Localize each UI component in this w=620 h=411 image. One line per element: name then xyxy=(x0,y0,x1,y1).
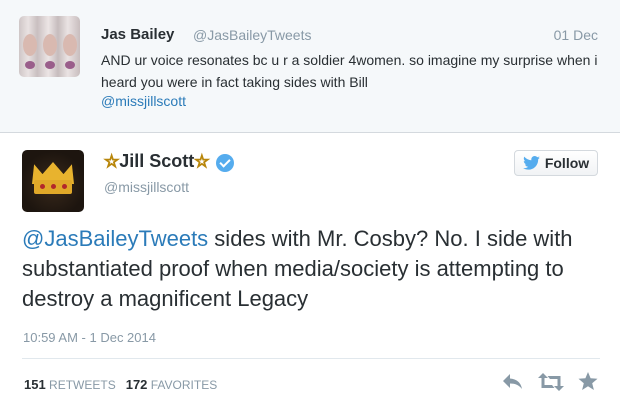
star-icon: ☆ xyxy=(194,151,210,171)
favorites-label: FAVORITES xyxy=(150,378,218,392)
retweets-label: RETWEETS xyxy=(49,378,116,392)
tweet-actions xyxy=(502,372,598,391)
follow-label: Follow xyxy=(544,155,590,171)
follow-button[interactable]: Follow xyxy=(514,150,598,176)
tweet-text: AND ur voice resonates bc u r a soldier … xyxy=(101,52,598,90)
author-name[interactable]: Jas Bailey xyxy=(101,26,174,43)
divider xyxy=(22,358,600,359)
favorites-count: 172 xyxy=(125,377,148,392)
tweet-timestamp[interactable]: 10:59 AM - 1 Dec 2014 xyxy=(23,330,156,345)
tweet-text: @JasBaileyTweets sides with Mr. Cosby? N… xyxy=(22,224,602,314)
author-name[interactable]: ☆ Jill Scott ☆ xyxy=(104,151,234,172)
twitter-bird-icon xyxy=(522,156,540,170)
favorite-icon[interactable] xyxy=(578,372,598,391)
reply-context-tweet: Jas Bailey @JasBaileyTweets 01 Dec AND u… xyxy=(0,0,620,133)
author-handle[interactable]: @JasBaileyTweets xyxy=(193,27,311,43)
verified-badge-icon xyxy=(215,153,234,172)
favorites-stat[interactable]: 172 FAVORITES xyxy=(126,377,218,392)
tweet-date[interactable]: 01 Dec xyxy=(554,27,598,43)
retweets-count: 151 xyxy=(24,377,46,392)
mention-link[interactable]: @missjillscott xyxy=(101,93,186,109)
author-handle[interactable]: @missjillscott xyxy=(104,179,189,195)
avatar[interactable] xyxy=(22,150,84,212)
star-icon: ☆ xyxy=(104,151,120,171)
tweet-stats: 151 RETWEETS 172 FAVORITES xyxy=(24,377,217,392)
author-name-text[interactable]: Jill Scott xyxy=(119,151,194,172)
reply-icon[interactable] xyxy=(502,373,524,391)
avatar[interactable] xyxy=(19,16,80,77)
retweet-icon[interactable] xyxy=(538,372,564,391)
retweets-stat[interactable]: 151 RETWEETS xyxy=(24,377,116,392)
mention-link[interactable]: @JasBaileyTweets xyxy=(22,226,208,251)
